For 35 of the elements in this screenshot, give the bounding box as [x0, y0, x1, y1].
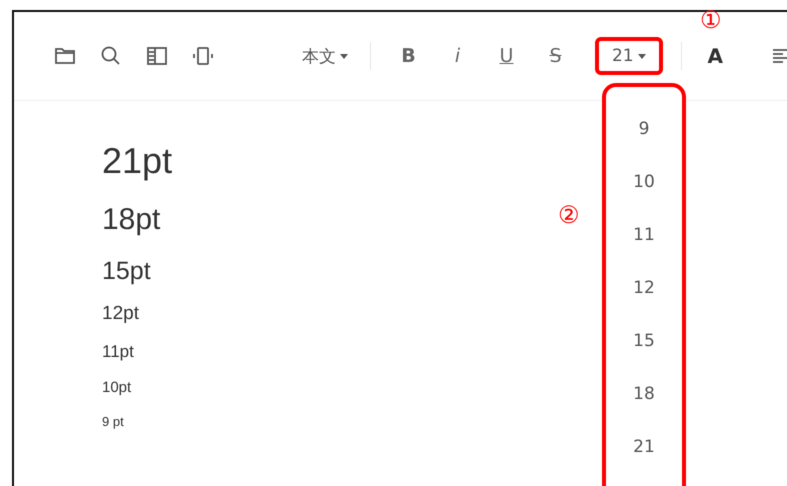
panel-button[interactable] [146, 45, 168, 67]
align-button[interactable] [773, 47, 787, 65]
device-button[interactable] [192, 45, 214, 67]
folder-icon [54, 45, 76, 67]
menu-option[interactable]: 10 [629, 170, 659, 194]
strike-button[interactable]: S [546, 45, 566, 67]
menu-option[interactable]: 21 [629, 435, 659, 459]
text-line: 10pt [102, 380, 132, 395]
panel-icon [146, 45, 168, 67]
font-size-dropdown[interactable]: 21 [595, 37, 663, 75]
folder-button[interactable] [54, 45, 76, 67]
caret-icon [340, 54, 348, 58]
text-line: 15pt [102, 259, 151, 284]
bold-button[interactable]: B [398, 45, 418, 67]
device-icon [192, 45, 214, 67]
search-button[interactable] [100, 45, 122, 67]
menu-option[interactable]: 12 [629, 276, 659, 300]
underline-button[interactable]: U [496, 45, 516, 67]
callout-number: ② [558, 203, 580, 227]
font-color-button[interactable]: A [708, 44, 723, 68]
menu-option[interactable]: 9 [634, 117, 654, 141]
menu-option[interactable]: 11 [629, 223, 659, 247]
menu-option[interactable]: 15 [629, 329, 659, 353]
caret-icon [638, 54, 646, 58]
text-line: 21pt [102, 143, 172, 179]
menu-option[interactable]: 18 [629, 382, 659, 406]
search-icon [100, 45, 122, 67]
text-line: 18pt [102, 205, 160, 235]
italic-button[interactable]: i [448, 45, 467, 67]
text-line: 11pt [102, 343, 134, 360]
text-line: 12pt [102, 304, 139, 323]
style-dropdown[interactable]: 本文 [302, 44, 348, 68]
callout-number: ① [700, 8, 722, 32]
text-line: 9 pt [102, 415, 124, 428]
align-icon [773, 47, 787, 65]
